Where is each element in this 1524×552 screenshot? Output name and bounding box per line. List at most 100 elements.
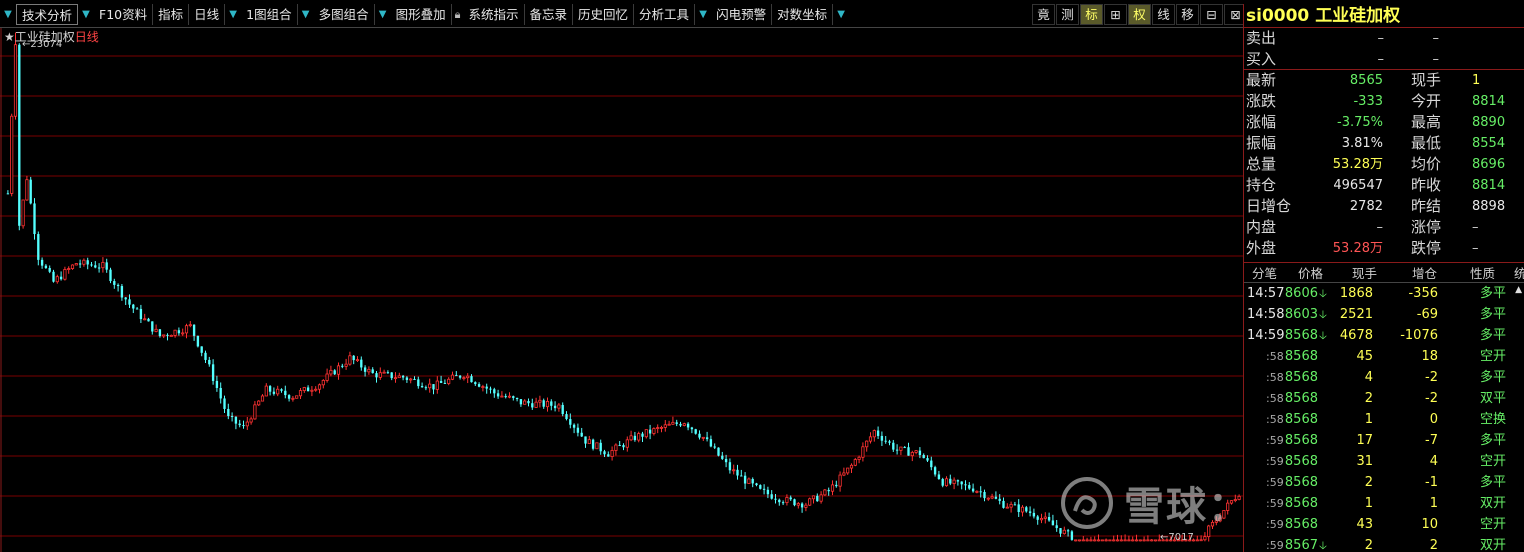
candlestick-chart[interactable]: ★工业硅加权日线 ←23074 ←7017 — [0, 28, 1243, 552]
tick-row[interactable]: :59 8568 31 4 空开 — [1244, 451, 1524, 472]
toolbar-button-11[interactable]: 闪电预警 — [711, 4, 773, 25]
tick-row[interactable]: 14:59 8568 🡣 4678 -1076 多平 — [1244, 325, 1524, 346]
ticks-column-header[interactable]: 统 — [1514, 263, 1524, 284]
tick-time: 14:57 — [1247, 286, 1285, 301]
tick-open-interest-change: -356 — [1408, 286, 1438, 301]
toolbar-button-10[interactable]: 分析工具 — [634, 4, 696, 25]
lock-icon[interactable]: 🔒︎ — [452, 8, 464, 22]
candle — [10, 113, 14, 197]
toolbar-button-12[interactable]: 对数坐标 — [772, 4, 834, 25]
scroll-up-icon[interactable]: ▲ — [1515, 285, 1522, 295]
ticks-column-header[interactable]: 现手 — [1352, 263, 1377, 284]
candle — [90, 261, 93, 267]
dropdown-arrow-icon[interactable]: ▼ — [375, 9, 391, 20]
dropdown-arrow-icon[interactable]: ▼ — [0, 9, 16, 20]
toolbar-toggle-2[interactable]: 标 — [1080, 4, 1103, 25]
candle — [1077, 539, 1082, 542]
candle — [941, 477, 944, 488]
tick-type: 双开 — [1479, 538, 1506, 552]
tick-row[interactable]: :58 8568 2 -2 双平 — [1244, 388, 1524, 409]
tick-row[interactable]: 14:57 8606 🡣 1868 -356 多平 — [1244, 283, 1524, 304]
toolbar-button-7[interactable]: 系统指示 — [464, 4, 525, 25]
tick-row[interactable]: :59 8568 17 -7 多平 — [1244, 430, 1524, 451]
candle — [892, 439, 895, 452]
candle — [625, 436, 629, 452]
ticks-column-header[interactable]: 增仓 — [1412, 263, 1437, 284]
candle — [59, 271, 63, 281]
toolbar-button-4[interactable]: 1图组合 — [241, 4, 298, 25]
toolbar-button-0[interactable]: 技术分析 — [16, 4, 79, 25]
dropdown-arrow-icon[interactable]: ▼ — [225, 9, 241, 20]
tick-row[interactable]: :59 8568 43 10 空开 — [1244, 514, 1524, 535]
candle — [147, 317, 150, 322]
tick-row[interactable]: :58 8568 45 18 空开 — [1244, 346, 1524, 367]
toolbar-toggle-7[interactable]: ⊟ — [1200, 4, 1223, 25]
dropdown-arrow-icon[interactable]: ▼ — [78, 9, 94, 20]
quote-label: 涨幅 — [1246, 113, 1277, 131]
candle — [382, 369, 386, 374]
candle — [272, 387, 276, 396]
tick-row[interactable]: :59 8568 1 1 双开 — [1244, 493, 1524, 514]
toolbar-toggle-1[interactable]: 测 — [1056, 4, 1079, 25]
toolbar-button-3[interactable]: 日线 — [189, 4, 226, 25]
tick-row[interactable]: :58 8568 1 0 空换 — [1244, 409, 1524, 430]
toolbar-toggle-4[interactable]: 权 — [1128, 4, 1151, 25]
candle — [234, 416, 238, 430]
candle — [317, 383, 322, 394]
tick-row[interactable]: :58 8568 4 -2 多平 — [1244, 367, 1524, 388]
candle — [375, 370, 378, 383]
candle — [1222, 510, 1226, 520]
candle — [1153, 539, 1158, 542]
period-label: 日线 — [74, 30, 99, 44]
tick-row[interactable]: :59 8568 2 -1 多平 — [1244, 472, 1524, 493]
quote-label: 持仓 — [1246, 176, 1277, 194]
toolbar-toggle-5[interactable]: 线 — [1152, 4, 1175, 25]
dropdown-arrow-icon[interactable]: ▼ — [833, 9, 849, 20]
quote-row: 涨跌 -333 今开 8814 — [1244, 91, 1524, 112]
tick-row[interactable]: :59 8567 🡣 2 2 双开 — [1244, 535, 1524, 552]
chart-canvas[interactable] — [0, 28, 1243, 552]
candle — [671, 416, 675, 425]
tick-open-interest-change: 10 — [1421, 517, 1438, 532]
ticks-column-header[interactable]: 价格 — [1298, 263, 1323, 284]
candle — [29, 176, 32, 205]
candle — [188, 321, 192, 328]
candle — [694, 428, 697, 435]
toolbar-toggle-0[interactable]: 竟 — [1032, 4, 1055, 25]
ticks-list[interactable]: 14:57 8606 🡣 1868 -356 多平 14:58 8603 🡣 2521 -69 多平 1… — [1244, 283, 1524, 552]
candle — [618, 441, 621, 447]
dropdown-arrow-icon[interactable]: ▼ — [298, 9, 314, 20]
toolbar-button-2[interactable]: 指标 — [153, 4, 190, 25]
tick-price: 8568 — [1284, 391, 1318, 406]
candle — [223, 395, 226, 413]
tick-price: 8568 — [1284, 517, 1318, 532]
candle — [1108, 539, 1112, 542]
sell-label: 卖出 — [1246, 29, 1277, 47]
candle — [169, 334, 173, 337]
candle — [804, 502, 808, 512]
tick-row[interactable]: 14:58 8603 🡣 2521 -69 多平 — [1244, 304, 1524, 325]
quote-value: – — [1472, 220, 1479, 235]
toolbar-button-1[interactable]: F10资料 — [94, 4, 154, 25]
toolbar-button-9[interactable]: 历史回忆 — [573, 4, 635, 25]
candle — [793, 498, 796, 507]
quote-label: 最低 — [1411, 134, 1442, 152]
toolbar-toggle-3[interactable]: ⊞ — [1104, 4, 1127, 25]
dropdown-arrow-icon[interactable]: ▼ — [695, 9, 711, 20]
sell-price: – — [1377, 31, 1385, 46]
candle — [124, 296, 127, 305]
candle — [371, 367, 374, 374]
candle — [944, 476, 949, 487]
candle — [762, 484, 766, 495]
toolbar-toggle-6[interactable]: 移 — [1176, 4, 1199, 25]
quote-label: 总量 — [1246, 155, 1277, 173]
toolbar-button-5[interactable]: 多图组合 — [314, 4, 375, 25]
tick-open-interest-change: -7 — [1425, 433, 1438, 448]
candle — [1051, 514, 1055, 526]
toolbar-button-8[interactable]: 备忘录 — [525, 4, 574, 25]
ticks-column-header[interactable]: 分笔 — [1252, 263, 1277, 284]
candle — [48, 265, 51, 274]
toolbar-button-6[interactable]: 图形叠加 — [391, 4, 452, 25]
ticks-column-header[interactable]: 性质 — [1470, 263, 1495, 284]
tick-time: :58 — [1266, 371, 1284, 384]
